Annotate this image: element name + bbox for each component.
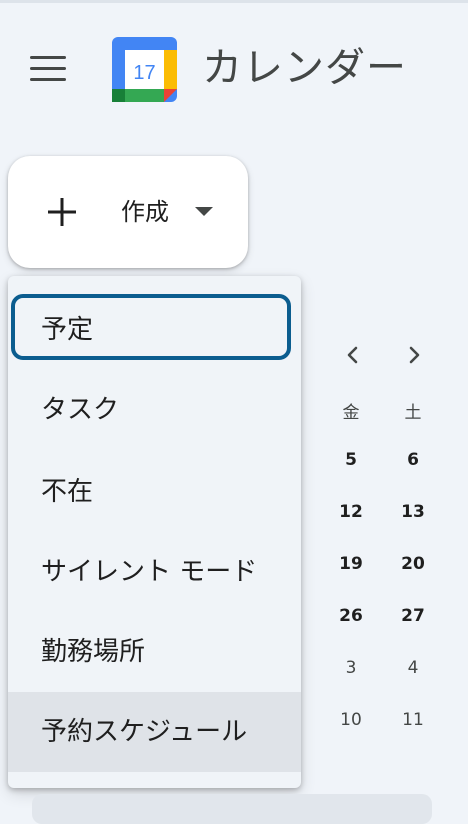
plus-icon (48, 198, 76, 226)
calendar-day[interactable]: 27 (393, 604, 433, 628)
calendar-day[interactable]: 5 (331, 448, 371, 472)
calendar-day[interactable]: 4 (393, 656, 433, 680)
menu-item-label: タスク (41, 395, 120, 425)
create-button-label: 作成 (121, 198, 169, 226)
weekday-fri: 金 (342, 403, 360, 423)
chevron-right-icon[interactable] (399, 340, 429, 370)
calendar-day[interactable]: 6 (393, 448, 433, 472)
menu-item-label: 不在 (41, 477, 94, 507)
menu-item-out-of-office[interactable]: 不在 (8, 452, 301, 532)
app-title: カレンダー (202, 45, 407, 91)
menu-item-event[interactable]: 予定 (8, 276, 301, 360)
bottom-panel (32, 794, 432, 824)
calendar-day[interactable]: 12 (331, 500, 371, 524)
menu-item-task[interactable]: タスク (8, 370, 301, 450)
hamburger-line (30, 78, 66, 81)
hamburger-line (30, 56, 66, 59)
menu-item-appointment-schedule[interactable]: 予約スケジュール (8, 692, 301, 772)
calendar-day[interactable]: 26 (331, 604, 371, 628)
caret-down-icon[interactable] (195, 207, 213, 216)
create-button[interactable]: 作成 (8, 156, 248, 268)
chevron-left-icon[interactable] (338, 340, 368, 370)
logo-day: 17 (133, 62, 155, 84)
calendar-logo-icon[interactable]: 17 (112, 37, 177, 102)
calendar-day[interactable]: 10 (331, 708, 371, 732)
calendar-day[interactable]: 3 (331, 656, 371, 680)
menu-item-label: サイレント モード (41, 557, 258, 587)
hamburger-line (30, 67, 66, 70)
calendar-day[interactable]: 11 (393, 708, 433, 732)
menu-item-label: 勤務場所 (41, 637, 146, 667)
calendar-day[interactable]: 20 (393, 552, 433, 576)
top-divider (0, 0, 468, 3)
calendar-day[interactable]: 19 (331, 552, 371, 576)
create-dropdown-menu: 予定 タスク 不在 サイレント モード 勤務場所 予約スケジュール (8, 276, 301, 788)
main-menu-button[interactable] (30, 56, 66, 82)
menu-item-label: 予定 (41, 315, 94, 345)
calendar-day[interactable]: 13 (393, 500, 433, 524)
weekday-sat: 土 (404, 403, 422, 423)
menu-item-focus-time[interactable]: サイレント モード (8, 532, 301, 612)
mini-calendar: 金 土 5 6 12 13 19 20 26 27 3 4 10 11 (320, 330, 450, 750)
menu-item-label: 予約スケジュール (41, 717, 248, 747)
menu-item-working-location[interactable]: 勤務場所 (8, 612, 301, 692)
